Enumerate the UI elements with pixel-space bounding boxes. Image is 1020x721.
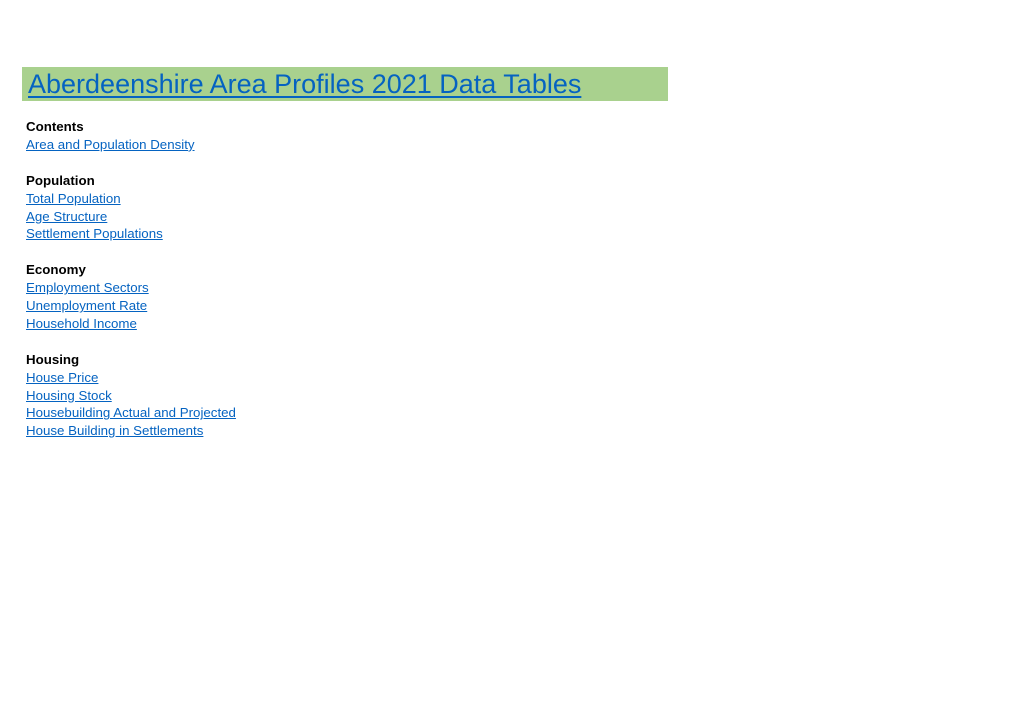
link-age-structure[interactable]: Age Structure <box>26 208 107 226</box>
link-house-building-in-settlements[interactable]: House Building in Settlements <box>26 422 203 440</box>
link-household-income[interactable]: Household Income <box>26 315 137 333</box>
page-title-link[interactable]: Aberdeenshire Area Profiles 2021 Data Ta… <box>28 67 581 101</box>
link-total-population[interactable]: Total Population <box>26 190 121 208</box>
table-of-contents: Contents Area and Population Density Pop… <box>26 118 236 458</box>
link-housebuilding-actual-and-projected[interactable]: Housebuilding Actual and Projected <box>26 404 236 422</box>
section-heading: Housing <box>26 351 80 367</box>
section-heading: Population <box>26 172 95 188</box>
link-area-and-population-density[interactable]: Area and Population Density <box>26 136 195 154</box>
section-contents: Contents Area and Population Density <box>26 118 236 154</box>
section-housing: Housing House Price Housing Stock Houseb… <box>26 351 236 441</box>
title-banner: Aberdeenshire Area Profiles 2021 Data Ta… <box>22 67 668 101</box>
link-housing-stock[interactable]: Housing Stock <box>26 387 112 405</box>
link-house-price[interactable]: House Price <box>26 369 98 387</box>
section-heading: Contents <box>26 119 84 134</box>
section-population: Population Total Population Age Structur… <box>26 172 236 244</box>
section-economy: Economy Employment Sectors Unemployment … <box>26 261 236 333</box>
link-unemployment-rate[interactable]: Unemployment Rate <box>26 297 147 315</box>
link-settlement-populations[interactable]: Settlement Populations <box>26 225 163 243</box>
section-heading: Economy <box>26 262 86 278</box>
link-employment-sectors[interactable]: Employment Sectors <box>26 279 149 297</box>
